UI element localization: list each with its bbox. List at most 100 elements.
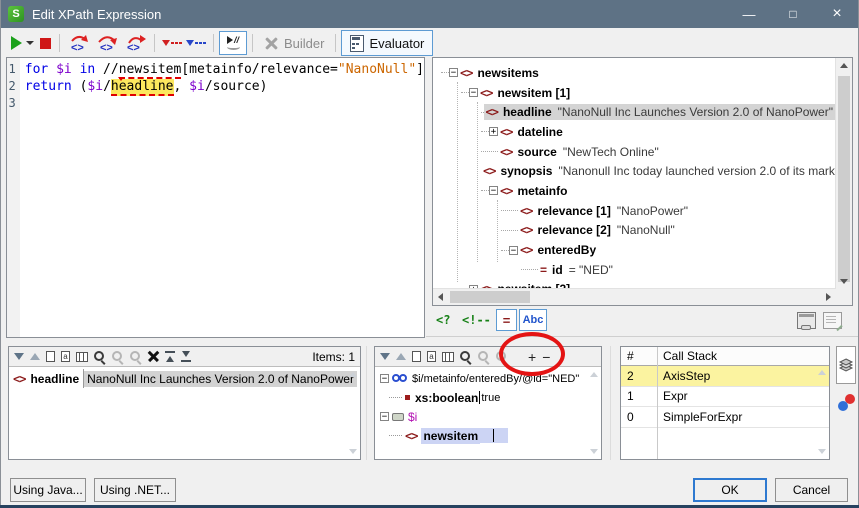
stop-debugger-button[interactable] — [37, 31, 54, 55]
zoom-prev-icon[interactable] — [112, 351, 124, 363]
cancel-button[interactable]: Cancel — [775, 478, 848, 502]
tree-row[interactable]: −<>newsitem [1] — [433, 83, 836, 103]
callstack-row[interactable]: 1Expr — [621, 387, 829, 408]
minus-expand-box[interactable]: − — [509, 246, 518, 255]
watch-scroll-rail[interactable] — [587, 368, 600, 458]
editor-code[interactable]: for $i in //newsitem[metainfo/relevance=… — [20, 58, 424, 337]
zoom-icon[interactable] — [94, 351, 106, 363]
xpath-expression-editor[interactable]: 123 for $i in //newsitem[metainfo/releva… — [6, 57, 425, 338]
callstack-tab[interactable] — [836, 346, 856, 384]
step-into-button[interactable]: <> — [65, 31, 93, 55]
watch-row[interactable]: xs:booleantrue — [375, 388, 601, 407]
show-text-toggle[interactable]: Abc — [519, 309, 547, 331]
copy-icon[interactable] — [46, 351, 55, 362]
code-line[interactable]: return ($i/headline, $i/source) — [25, 78, 424, 95]
scroll-up-icon — [349, 372, 357, 377]
tree-row[interactable]: =id= "NED" — [433, 260, 836, 280]
code-line[interactable]: for $i in //newsitem[metainfo/relevance=… — [25, 61, 424, 78]
insert-tracepoint-button[interactable] — [184, 31, 208, 55]
tree-node-label: newsitem [1] — [497, 86, 570, 100]
callstack-row[interactable]: 0SimpleForExpr — [621, 407, 829, 428]
next-result-icon[interactable] — [14, 353, 24, 360]
tree-leader — [481, 151, 498, 152]
step-out-button[interactable]: <> — [121, 31, 149, 55]
minimize-button[interactable]: — — [727, 0, 771, 28]
close-button[interactable]: × — [815, 0, 859, 28]
xml-tree: −<>newsitems−<>newsitem [1]<>headline"Na… — [433, 58, 836, 289]
start-debugger-button[interactable] — [8, 31, 37, 55]
columns-icon[interactable] — [442, 352, 454, 362]
tree-row[interactable]: <>synopsis"Nanonull Inc today launched v… — [433, 161, 836, 181]
using-java-button[interactable]: Using Java... — [10, 478, 86, 502]
tree-node-label: relevance [1] — [537, 204, 610, 218]
previous-result-icon[interactable] — [30, 353, 40, 360]
tree-row[interactable]: <>relevance [2]"NanoNull" — [433, 221, 836, 241]
minus-expand-box[interactable]: − — [449, 68, 458, 77]
tree-vertical-scrollbar[interactable] — [835, 58, 852, 289]
edit-document-icon[interactable] — [823, 312, 842, 329]
stop-icon — [40, 38, 51, 49]
maximize-button[interactable]: □ — [771, 0, 815, 28]
show-comments-toggle[interactable]: <!-- — [462, 313, 491, 327]
results-scroll-rail[interactable] — [346, 368, 359, 458]
toolbar-separator — [335, 34, 336, 52]
tree-row[interactable]: <>relevance [1]"NanoPower" — [433, 201, 836, 221]
tree-row[interactable]: +<>dateline — [433, 122, 836, 142]
result-row[interactable]: <> headline NanoNull Inc Launches Versio… — [9, 369, 360, 388]
copy-with-header-icon[interactable]: a — [427, 351, 436, 362]
evaluator-tab-button[interactable]: Evaluator — [341, 30, 433, 56]
clear-icon[interactable] — [148, 351, 159, 362]
show-pi-toggle[interactable]: <? — [436, 313, 450, 327]
scroll-down-icon — [818, 449, 826, 454]
go-to-bottom-icon[interactable] — [181, 351, 191, 362]
tree-row[interactable]: −<>metainfo — [433, 181, 836, 201]
minus-expand-box[interactable]: − — [380, 374, 389, 383]
panel-splitter[interactable] — [366, 346, 367, 460]
go-to-top-icon[interactable] — [165, 351, 175, 362]
debug-mode-toggle-button[interactable]: // — [219, 31, 247, 55]
next-watch-icon[interactable] — [380, 353, 390, 360]
show-attributes-toggle[interactable]: = — [496, 309, 517, 331]
plus-expand-box[interactable]: + — [489, 127, 498, 136]
minus-expand-box[interactable]: − — [469, 88, 478, 97]
scroll-left-icon[interactable] — [438, 293, 443, 301]
previous-watch-icon[interactable] — [396, 353, 406, 360]
watch-row[interactable]: <>newsitem — [375, 426, 601, 445]
zoom-prev-icon[interactable] — [478, 351, 490, 363]
scrollbar-thumb[interactable] — [450, 291, 530, 303]
panel-splitter[interactable] — [610, 346, 611, 460]
scroll-up-icon[interactable] — [840, 63, 848, 68]
using-net-button[interactable]: Using .NET... — [94, 478, 176, 502]
callstack-row[interactable]: 2AxisStep — [621, 366, 829, 387]
minus-expand-box[interactable]: − — [489, 186, 498, 195]
breakpoints-tab[interactable] — [838, 394, 855, 411]
columns-icon[interactable] — [76, 352, 88, 362]
scroll-right-icon[interactable] — [826, 293, 831, 301]
insert-breakpoint-button[interactable] — [160, 31, 184, 55]
titlebar: S Edit XPath Expression — □ × — [0, 0, 859, 28]
builder-tab-button[interactable]: Builder — [258, 31, 330, 55]
tree-row[interactable]: −<>enteredBy — [433, 240, 836, 260]
step-over-button[interactable]: <> — [93, 31, 121, 55]
zoom-next-icon[interactable] — [130, 351, 142, 363]
toolbar-separator — [252, 34, 253, 52]
tree-row[interactable]: <>source"NewTech Online" — [433, 142, 836, 162]
scroll-down-icon[interactable] — [840, 279, 848, 284]
watch-row[interactable]: −$i/metainfo/enteredBy/@id="NED" — [375, 369, 601, 388]
copy-icon[interactable] — [412, 351, 421, 362]
code-line[interactable] — [25, 95, 424, 112]
ok-button[interactable]: OK — [693, 478, 767, 502]
remote-window-icon[interactable] — [797, 312, 816, 329]
tree-row[interactable]: <>headline"NanoNull Inc Launches Version… — [433, 102, 836, 122]
watch-row[interactable]: −$i — [375, 407, 601, 426]
tree-horizontal-scrollbar[interactable] — [433, 288, 836, 305]
current-node-label: newsitem — [421, 428, 480, 444]
callstack-scroll-rail[interactable] — [815, 366, 828, 458]
zoom-icon[interactable] — [460, 351, 472, 363]
tree-options-bar: <? <!-- = Abc — [426, 306, 859, 337]
copy-with-header-icon[interactable]: a — [61, 351, 70, 362]
tree-row[interactable]: −<>newsitems — [433, 63, 836, 83]
minus-expand-box[interactable]: − — [380, 412, 389, 421]
scrollbar-thumb[interactable] — [838, 76, 850, 282]
element-icon: <> — [500, 145, 512, 159]
